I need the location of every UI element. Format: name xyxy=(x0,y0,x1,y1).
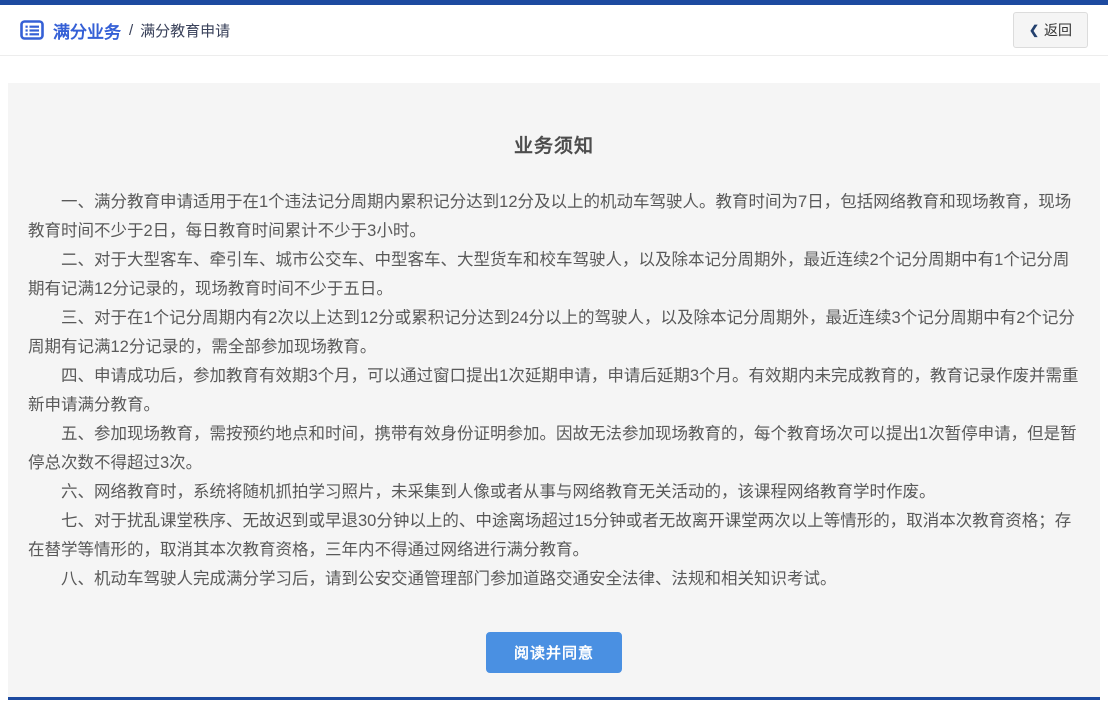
notice-paragraph: 一、满分教育申请适用于在1个违法记分周期内累积记分达到12分及以上的机动车驾驶人… xyxy=(28,188,1080,246)
back-button[interactable]: ❮ 返回 xyxy=(1013,12,1088,48)
notice-paragraph: 六、网络教育时，系统将随机抓拍学习照片，未采集到人像或者从事与网络教育无关活动的… xyxy=(28,478,1080,507)
notice-title: 业务须知 xyxy=(28,83,1080,158)
breadcrumb-current: 满分教育申请 xyxy=(140,20,230,41)
notice-paragraph: 五、参加现场教育，需按预约地点和时间，携带有效身份证明参加。因故无法参加现场教育… xyxy=(28,420,1080,478)
back-button-label: 返回 xyxy=(1044,20,1072,40)
agree-button[interactable]: 阅读并同意 xyxy=(486,632,622,673)
notice-panel: 业务须知 一、满分教育申请适用于在1个违法记分周期内累积记分达到12分及以上的机… xyxy=(8,83,1100,700)
notice-paragraph: 四、申请成功后，参加教育有效期3个月，可以通过窗口提出1次延期申请，申请后延期3… xyxy=(28,362,1080,420)
notice-paragraph: 三、对于在1个记分周期内有2次以上达到12分或累积记分达到24分以上的驾驶人，以… xyxy=(28,304,1080,362)
list-icon xyxy=(20,20,44,40)
breadcrumb-separator: / xyxy=(129,22,133,39)
page-header: 满分业务 / 满分教育申请 ❮ 返回 xyxy=(0,5,1108,56)
breadcrumb-root[interactable]: 满分业务 xyxy=(53,18,121,43)
chevron-left-icon: ❮ xyxy=(1029,24,1039,36)
notice-paragraph: 二、对于大型客车、牵引车、城市公交车、中型客车、大型货车和校车驾驶人，以及除本记… xyxy=(28,246,1080,304)
notice-paragraph: 八、机动车驾驶人完成满分学习后，请到公安交通管理部门参加道路交通安全法律、法规和… xyxy=(28,565,1080,594)
notice-body: 一、满分教育申请适用于在1个违法记分周期内累积记分达到12分及以上的机动车驾驶人… xyxy=(28,188,1080,594)
notice-paragraph: 七、对于扰乱课堂秩序、无故迟到或早退30分钟以上的、中途离场超过15分钟或者无故… xyxy=(28,507,1080,565)
